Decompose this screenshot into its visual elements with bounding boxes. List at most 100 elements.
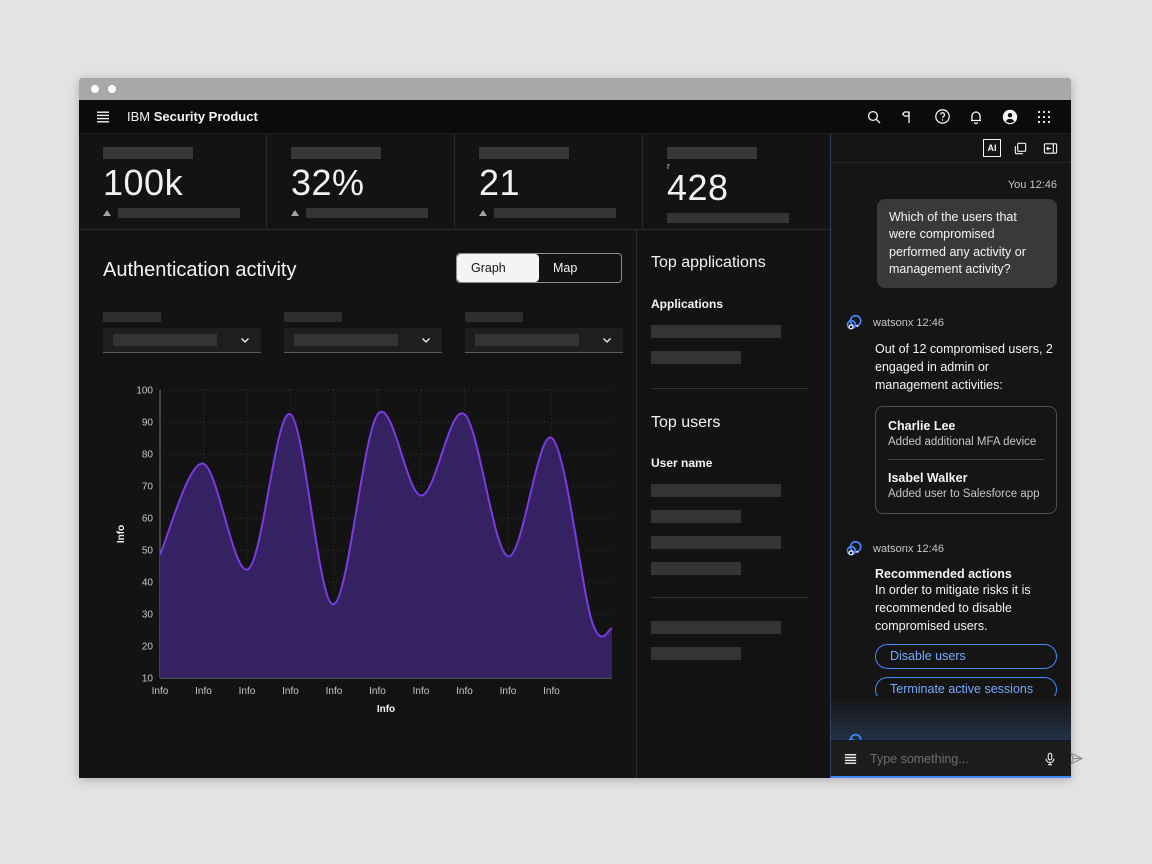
chat-input-bar: [831, 740, 1071, 776]
disable-users-button[interactable]: Disable users: [875, 644, 1057, 669]
auth-activity-section: Authentication activity Graph Map: [79, 230, 637, 778]
message-meta: watsonx 12:46: [873, 543, 944, 555]
svg-text:20: 20: [142, 642, 154, 653]
message-meta: watsonx 12:46: [873, 317, 944, 329]
svg-text:Info: Info: [116, 525, 127, 543]
svg-text:10: 10: [142, 674, 154, 685]
watsonx-avatar: [845, 313, 864, 332]
user-activity: Added additional MFA device: [888, 436, 1044, 448]
top-lists-section: Top applications Applications Top users …: [638, 230, 830, 778]
skeleton-bar: [651, 484, 781, 497]
skeleton-label: [284, 312, 342, 322]
microphone-icon[interactable]: [1043, 752, 1057, 766]
svg-text:Info: Info: [195, 686, 212, 697]
chat-text-input[interactable]: [870, 752, 1031, 766]
skeleton-bar: [651, 536, 781, 549]
applications-column-header: Applications: [651, 297, 808, 311]
bot-message: watsonx 12:46 Recommended actions In ord…: [845, 539, 1057, 696]
filter-dropdown: [284, 312, 442, 353]
new-window-icon[interactable]: [1009, 137, 1031, 159]
dropdown-field[interactable]: [103, 328, 261, 353]
skeleton-value: [294, 334, 398, 346]
svg-text:Info: Info: [456, 686, 473, 697]
svg-text:90: 90: [142, 418, 154, 429]
svg-text:Info: Info: [543, 686, 560, 697]
svg-text:70: 70: [142, 482, 154, 493]
app-title: IBM Security Product: [127, 109, 258, 124]
filters-row: [103, 312, 623, 353]
svg-text:50: 50: [142, 546, 154, 557]
filter-dropdown: [103, 312, 261, 353]
divider: [651, 388, 808, 389]
dropdown-field[interactable]: [284, 328, 442, 353]
chat-panel-header: AI: [831, 134, 1071, 163]
user-name: Isabel Walker: [888, 471, 1044, 485]
user-activity: Added user to Salesforce app: [888, 488, 1044, 500]
skeleton-label: [291, 147, 381, 159]
skeleton-label: [103, 147, 193, 159]
search-icon[interactable]: [857, 100, 891, 134]
message-meta: You 12:46: [845, 179, 1057, 191]
wayfinder-icon[interactable]: [891, 100, 925, 134]
skeleton-bar: [651, 647, 741, 660]
svg-text:Info: Info: [500, 686, 517, 697]
svg-text:Info: Info: [152, 686, 169, 697]
svg-text:30: 30: [142, 610, 154, 621]
skeleton-bar: [118, 208, 240, 218]
app-header: IBM Security Product: [79, 100, 1071, 134]
watsonx-avatar: [845, 539, 864, 558]
watsonx-avatar-partial: [845, 732, 864, 740]
kpi-value: 100k: [103, 164, 242, 202]
divider: [651, 597, 808, 598]
top-applications-title: Top applications: [651, 254, 808, 272]
ai-label-icon[interactable]: AI: [983, 139, 1001, 157]
terminate-sessions-button[interactable]: Terminate active sessions: [875, 677, 1057, 697]
user-name: Charlie Lee: [888, 419, 1044, 433]
svg-text:80: 80: [142, 450, 154, 461]
notifications-icon[interactable]: [959, 100, 993, 134]
window-control-dot[interactable]: [91, 85, 99, 93]
skeleton-bar: [667, 213, 789, 223]
chevron-down-icon: [420, 334, 432, 346]
svg-text:60: 60: [142, 514, 154, 525]
main-content: 100k 32% 21 r 428 Authent: [79, 134, 1071, 778]
window-titlebar: [79, 78, 1071, 100]
auth-activity-chart: 102030405060708090100InfoInfoInfoInfoInf…: [112, 382, 634, 739]
bot-message-title: Recommended actions: [875, 567, 1057, 581]
chevron-down-icon: [601, 334, 613, 346]
side-panel-icon[interactable]: [1039, 137, 1061, 159]
skeleton-bar: [651, 351, 741, 364]
app-switcher-icon[interactable]: [1027, 100, 1061, 134]
delta-up-icon: [103, 210, 111, 216]
svg-text:40: 40: [142, 578, 154, 589]
svg-text:Info: Info: [326, 686, 343, 697]
section-title: Authentication activity: [103, 259, 296, 282]
prompt-menu-icon[interactable]: [843, 751, 858, 766]
svg-text:Info: Info: [282, 686, 299, 697]
kpi-card: 32%: [266, 134, 454, 229]
chat-message-list: You 12:46 Which of the users that were c…: [831, 163, 1071, 696]
skeleton-label: [103, 312, 161, 322]
skeleton-value: [113, 334, 217, 346]
dropdown-field[interactable]: [465, 328, 623, 353]
ai-chat-panel: AI You 12:46 Which of the users that wer…: [830, 134, 1071, 778]
app-window: IBM Security Product: [79, 78, 1071, 778]
skeleton-bar: [651, 621, 781, 634]
svg-text:Info: Info: [413, 686, 430, 697]
compromised-users-card: Charlie Lee Added additional MFA device …: [875, 406, 1057, 514]
tab-graph[interactable]: Graph: [457, 254, 539, 282]
skeleton-value: [475, 334, 579, 346]
bot-message: watsonx 12:46 Out of 12 compromised user…: [845, 313, 1057, 514]
help-icon[interactable]: [925, 100, 959, 134]
kpi-card: r 428: [642, 134, 830, 229]
kpi-row: 100k 32% 21 r 428: [79, 134, 830, 230]
kpi-value: 428: [667, 169, 806, 207]
menu-icon[interactable]: [79, 100, 127, 134]
skeleton-bar: [651, 510, 741, 523]
tab-map[interactable]: Map: [539, 254, 621, 282]
send-icon[interactable]: [1069, 751, 1084, 766]
window-control-dot[interactable]: [108, 85, 116, 93]
user-avatar-icon[interactable]: [993, 100, 1027, 134]
chevron-down-icon: [239, 334, 251, 346]
svg-text:Info: Info: [377, 704, 395, 715]
